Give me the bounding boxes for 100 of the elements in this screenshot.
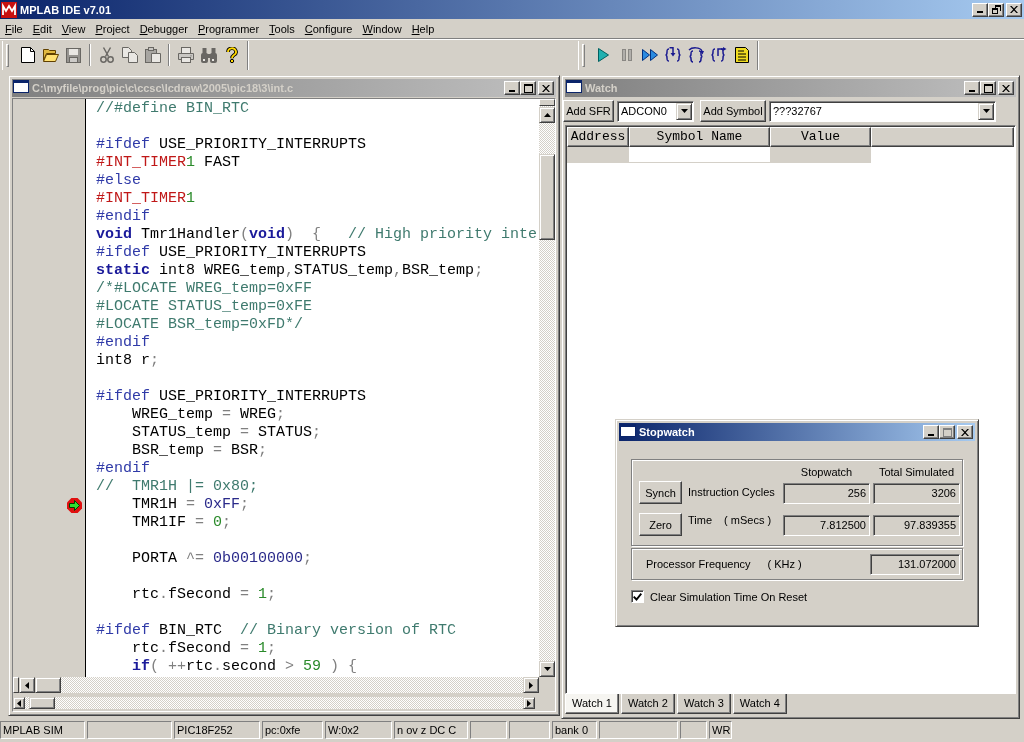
app-logo-icon: [1, 1, 17, 18]
scroll-right-button[interactable]: [523, 697, 535, 709]
close-icon: [1002, 84, 1010, 92]
scroll-thumb[interactable]: [539, 154, 555, 240]
split-handle[interactable]: [539, 99, 555, 106]
minimize-icon: [928, 433, 934, 436]
code-line: // TMR1H |= 0x80;: [96, 478, 259, 496]
scroll-right-button[interactable]: [523, 677, 539, 693]
close-button[interactable]: [957, 425, 973, 439]
field-label: Time: [688, 514, 713, 526]
left-arrow-icon: [17, 699, 21, 707]
code-line: PORTA ^= 0b00100000;: [131, 550, 313, 568]
page-icon: [20, 47, 35, 63]
code-line: void Tmr1Handler(void) { // High priority inte: [96, 226, 538, 244]
horizontal-scrollbar[interactable]: [13, 677, 539, 693]
menu-item[interactable]: Programmer: [192, 20, 265, 37]
readout-field: 3206: [873, 483, 960, 504]
status-panel: [509, 721, 550, 739]
column-header[interactable]: Address: [567, 127, 629, 147]
horizontal-scrollbar[interactable]: [13, 697, 535, 709]
code-line: /*#LOCATE WREG_temp=0xFF: [96, 280, 313, 298]
window-title: MPLAB IDE v7.01: [20, 3, 113, 16]
code-line: #ifdef USE_PRIORITY_INTERRUPTS: [96, 388, 367, 406]
menu-item[interactable]: Debugger: [134, 20, 193, 37]
window-title: C:\myfile\prog\pic\c\ccsc\lcdraw\2005\pic18\3\int.c: [32, 82, 295, 94]
scroll-down-button[interactable]: [539, 661, 555, 677]
tab[interactable]: Watch 4: [732, 694, 787, 714]
code-line: //#define BIN_RTC: [96, 100, 250, 118]
code-line: int8 r;: [96, 352, 160, 370]
split-handle[interactable]: [13, 677, 19, 693]
unit-label: ( KHz ): [767, 558, 802, 570]
code-line: STATUS_temp = STATUS;: [131, 424, 322, 442]
minimize-icon: [977, 11, 983, 13]
right-arrow-icon: [529, 681, 533, 689]
scroll-thumb[interactable]: [29, 697, 55, 709]
up-arrow-icon: [543, 113, 551, 117]
vertical-scrollbar[interactable]: [539, 99, 555, 677]
checkbox[interactable]: [631, 590, 644, 603]
field-label: Processor Frequency: [646, 558, 751, 570]
tab[interactable]: Watch 3: [676, 694, 731, 714]
pause-icon: [621, 49, 632, 61]
play-icon: [598, 48, 609, 62]
table-cell[interactable]: [770, 147, 871, 163]
maximize-icon: [983, 83, 993, 93]
down-arrow-icon: [543, 667, 551, 671]
menu-item[interactable]: File: [0, 20, 28, 37]
clipboard-icon: [144, 47, 161, 63]
scroll-left-button[interactable]: [13, 697, 25, 709]
menu-item[interactable]: Edit: [27, 20, 57, 37]
menu-item[interactable]: Configure: [299, 20, 358, 37]
readout-field: 131.072000: [870, 553, 960, 575]
window-icon: [620, 424, 636, 440]
code-line: rtc.fSecond = 1;: [131, 586, 277, 604]
toolbar-grip[interactable]: [6, 43, 9, 67]
dropdown-button[interactable]: [676, 102, 692, 120]
minimize-button[interactable]: [923, 425, 939, 439]
scroll-up-button[interactable]: [539, 107, 555, 123]
dropdown-button[interactable]: [978, 102, 994, 120]
menu-item[interactable]: Project: [90, 20, 135, 37]
minimize-button[interactable]: [972, 2, 988, 17]
code-line: #ifdef USE_PRIORITY_INTERRUPTS: [96, 136, 367, 154]
status-panel: [470, 721, 507, 739]
left-arrow-icon: [25, 681, 29, 689]
readout-field: 7.812500: [783, 515, 870, 536]
column-header[interactable]: Value: [770, 127, 871, 147]
menu-item[interactable]: Help: [406, 20, 440, 37]
restore-button[interactable]: [988, 2, 1004, 17]
tab[interactable]: Watch 1: [565, 694, 619, 714]
scroll-left-button[interactable]: [19, 677, 35, 693]
code-line: #endif: [96, 334, 150, 352]
code-line: #endif: [96, 460, 150, 478]
symbol-select[interactable]: ???32767: [769, 100, 996, 122]
close-button[interactable]: [1006, 2, 1022, 17]
code-line: WREG_temp = WREG;: [131, 406, 286, 424]
tab[interactable]: Watch 2: [620, 694, 675, 714]
window-icon: [13, 80, 29, 96]
restore-icon: [991, 5, 1001, 14]
menu-item[interactable]: View: [56, 20, 91, 37]
code-line: #INT_TIMER1 FAST: [96, 154, 241, 172]
scissors-icon: [99, 47, 114, 63]
table-cell[interactable]: [567, 147, 629, 163]
scroll-thumb[interactable]: [35, 677, 61, 693]
menu-item[interactable]: Window: [357, 20, 407, 37]
check-icon: [633, 592, 642, 601]
sfr-select[interactable]: ADCON0: [617, 100, 694, 122]
code-line: #LOCATE STATUS_temp=0xFE: [96, 298, 313, 316]
code-line: rtc.fSecond = 1;: [131, 640, 277, 658]
binoculars-icon: [200, 47, 217, 63]
down-arrow-icon: [982, 109, 990, 113]
minimize-icon: [509, 89, 515, 92]
toolbar-grip[interactable]: [582, 43, 585, 67]
add-sfr-button[interactable]: Add SFR: [563, 100, 614, 122]
zero-button[interactable]: Zero: [639, 513, 682, 536]
status-item: pc:0xfe: [262, 721, 323, 739]
code-line: static int8 WREG_temp,STATUS_temp,BSR_temp;: [96, 262, 484, 280]
synch-button[interactable]: Synch: [639, 481, 682, 504]
menu-item[interactable]: Tools: [264, 20, 300, 37]
column-header[interactable]: Symbol Name: [629, 127, 770, 147]
pages-icon: [121, 47, 138, 63]
add-symbol-button[interactable]: Add Symbol: [700, 100, 766, 122]
